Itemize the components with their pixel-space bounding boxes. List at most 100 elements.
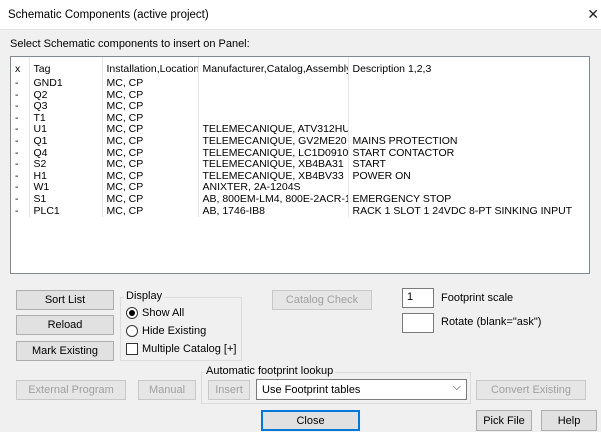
mark-existing-button[interactable]: Mark Existing: [16, 341, 114, 361]
cell-description: [348, 78, 589, 90]
cell-installation: MC, CP: [102, 193, 199, 206]
cell-description: START CONTACTOR: [348, 147, 589, 160]
convert-existing-button[interactable]: Convert Existing: [476, 380, 586, 400]
hide-existing-label: Hide Existing: [142, 325, 207, 337]
cell-x-mark: -: [11, 147, 30, 160]
column-header-x[interactable]: x: [11, 57, 30, 78]
cell-x-mark: -: [11, 135, 30, 148]
footprint-lookup-label: Automatic footprint lookup: [204, 365, 336, 377]
instruction-label: Select Schematic components to insert on…: [10, 38, 250, 50]
hide-existing-radio[interactable]: Hide Existing: [126, 325, 206, 337]
cell-tag: GND1: [29, 78, 103, 90]
table-row[interactable]: - GND1 MC, CP: [11, 78, 589, 90]
table-row[interactable]: -U1MC, CPTELEMECANIQUE, ATV312HU4...: [11, 124, 589, 136]
show-all-label: Show All: [142, 307, 185, 319]
cell-description: [348, 89, 589, 102]
table-row[interactable]: - S2 MC, CP TELEMECANIQUE, XB4BA31 START: [11, 159, 589, 171]
cell-tag: Q1: [29, 135, 103, 148]
cell-manufacturer: [198, 112, 349, 125]
cell-x-mark: -: [11, 112, 30, 125]
column-header-manufacturer[interactable]: Manufacturer,Catalog,Assembly: [198, 57, 349, 78]
cell-tag: T1: [29, 112, 103, 125]
cell-tag: PLC1: [29, 205, 103, 218]
cell-manufacturer: [198, 78, 349, 90]
cell-tag: Q3: [29, 101, 103, 113]
help-button[interactable]: Help: [541, 410, 597, 431]
cell-tag: S1: [29, 193, 103, 206]
chevron-down-icon: ⌵: [452, 381, 461, 393]
cell-description: EMERGENCY STOP: [348, 193, 589, 206]
reload-button[interactable]: Reload: [16, 315, 114, 335]
cell-description: POWER ON: [348, 170, 589, 183]
cell-description: START: [348, 159, 589, 171]
cell-installation: MC, CP: [102, 89, 199, 102]
cell-installation: MC, CP: [102, 170, 199, 183]
cell-manufacturer: AB, 800EM-LM4, 800E-2ACR-1N...: [198, 193, 349, 206]
close-button[interactable]: Close: [261, 410, 360, 431]
cell-manufacturer: TELEMECANIQUE, GV2ME20: [198, 135, 349, 148]
table-row[interactable]: - W1 MC, CP ANIXTER, 2A-1204S: [11, 182, 589, 194]
title-bar: Schematic Components (active project) ✕: [0, 0, 601, 30]
cell-x-mark: -: [11, 159, 30, 171]
cell-manufacturer: TELEMECANIQUE, LC1D09106F7: [198, 147, 349, 160]
radio-unchecked-icon: [126, 325, 138, 337]
table-row[interactable]: - H1 MC, CP TELEMECANIQUE, XB4BV33 POWER ON: [11, 170, 589, 183]
cell-installation: MC, CP: [102, 205, 199, 218]
cell-installation: MC, CP: [102, 101, 199, 113]
footprint-scale-label: Footprint scale: [441, 292, 514, 304]
cell-tag: U1: [29, 124, 103, 136]
footprint-scale-input[interactable]: 1: [402, 288, 434, 308]
cell-description: [348, 112, 589, 125]
cell-x-mark: -: [11, 170, 30, 183]
show-all-radio[interactable]: Show All: [126, 307, 184, 319]
cell-x-mark: -: [11, 89, 30, 102]
cell-x-mark: -: [11, 205, 30, 218]
cell-installation: MC, CP: [102, 182, 199, 194]
column-header-installation[interactable]: Installation,Location: [102, 57, 199, 78]
cell-x-mark: -: [11, 182, 30, 194]
footprint-lookup-dropdown[interactable]: Use Footprint tables ⌵: [256, 379, 467, 400]
cell-installation: MC, CP: [102, 124, 199, 136]
rotate-input[interactable]: [402, 313, 434, 333]
cell-tag: Q4: [29, 147, 103, 160]
table-row[interactable]: -Q4MC, CPTELEMECANIQUE, LC1D09106F7START…: [11, 147, 589, 160]
table-row[interactable]: -S1MC, CPAB, 800EM-LM4, 800E-2ACR-1N...E…: [11, 193, 589, 206]
pick-file-button[interactable]: Pick File: [476, 410, 532, 431]
cell-installation: MC, CP: [102, 135, 199, 148]
table-header-row: x Tag Installation,Location Manufacturer…: [11, 57, 589, 78]
components-table: x Tag Installation,Location Manufacturer…: [11, 57, 589, 218]
sort-list-button[interactable]: Sort List: [16, 290, 114, 310]
external-program-button[interactable]: External Program: [16, 380, 126, 400]
cell-x-mark: -: [11, 193, 30, 206]
cell-installation: MC, CP: [102, 147, 199, 160]
table-row[interactable]: - T1 MC, CP: [11, 112, 589, 125]
dropdown-selected-value: Use Footprint tables: [262, 384, 361, 396]
multiple-catalog-checkbox[interactable]: Multiple Catalog [+]: [126, 343, 236, 355]
cell-x-mark: -: [11, 78, 30, 90]
cell-description: [348, 124, 589, 136]
manual-button[interactable]: Manual: [138, 380, 196, 400]
cell-manufacturer: [198, 101, 349, 113]
cell-manufacturer: TELEMECANIQUE, XB4BV33: [198, 170, 349, 183]
components-list[interactable]: x Tag Installation,Location Manufacturer…: [10, 56, 590, 274]
display-group-label: Display: [124, 290, 165, 302]
table-row[interactable]: - PLC1 MC, CP AB, 1746-IB8 RACK 1 SLOT 1 24V…: [11, 205, 589, 218]
table-row[interactable]: - Q3 MC, CP: [11, 101, 589, 113]
cell-x-mark: -: [11, 101, 30, 113]
cell-manufacturer: TELEMECANIQUE, XB4BA31: [198, 159, 349, 171]
insert-button[interactable]: Insert: [208, 380, 250, 400]
cell-tag: H1: [29, 170, 103, 183]
cell-description: [348, 101, 589, 113]
close-icon[interactable]: ✕: [587, 6, 599, 23]
table-row[interactable]: - Q2 MC, CP: [11, 89, 589, 102]
cell-manufacturer: [198, 89, 349, 102]
cell-tag: W1: [29, 182, 103, 194]
cell-description: [348, 182, 589, 194]
column-header-tag[interactable]: Tag: [29, 57, 103, 78]
column-header-description[interactable]: Description 1,2,3: [348, 57, 589, 78]
cell-manufacturer: TELEMECANIQUE, ATV312HU4...: [198, 124, 349, 136]
catalog-check-button[interactable]: Catalog Check: [272, 290, 372, 310]
cell-installation: MC, CP: [102, 159, 199, 171]
table-row[interactable]: - Q1 MC, CP TELEMECANIQUE, GV2ME20 MAINS PRO…: [11, 135, 589, 148]
checkbox-icon: [126, 343, 138, 355]
